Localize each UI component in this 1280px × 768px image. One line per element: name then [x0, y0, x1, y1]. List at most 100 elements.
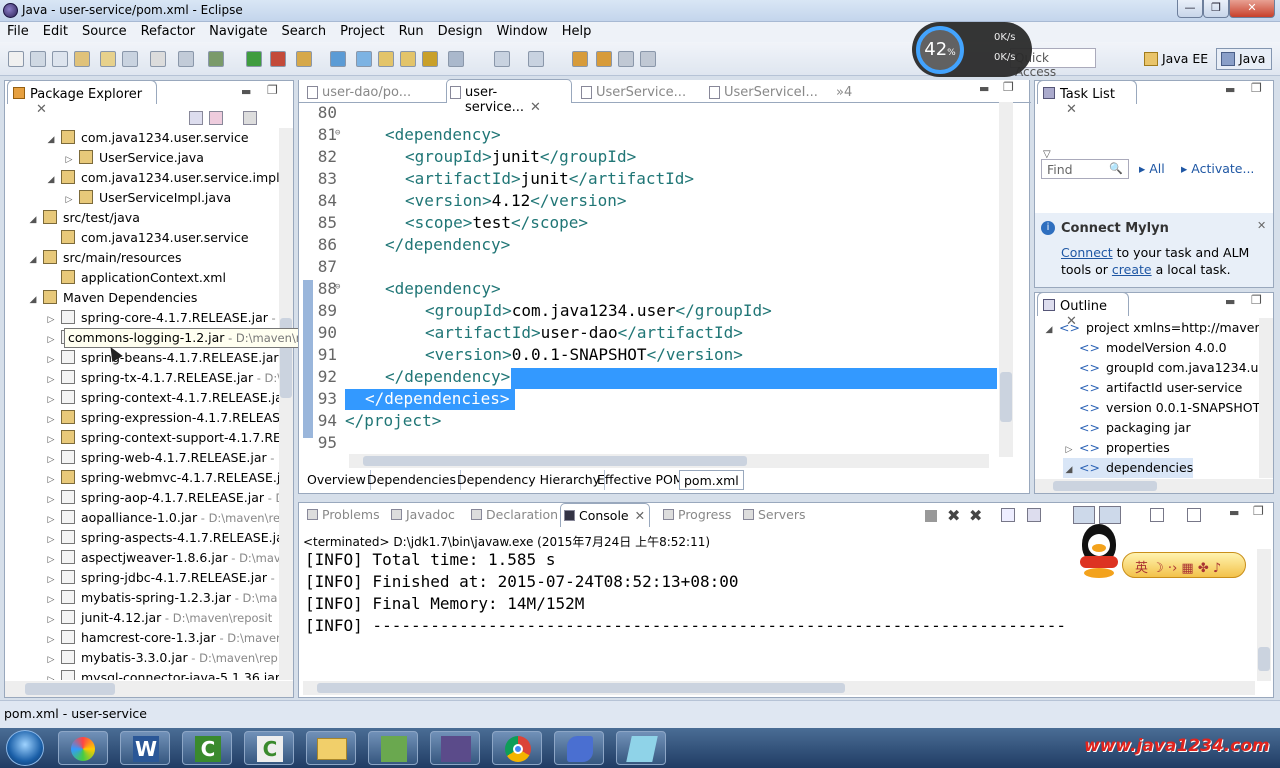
tree-item[interactable]: ▷ mysql-connector-java-5.1.36.jar: [45, 668, 279, 680]
find-input[interactable]: Find 🔍: [1041, 159, 1129, 179]
minimize-panel-icon[interactable]: ▬: [241, 85, 251, 98]
console-vscroll[interactable]: [1257, 549, 1271, 681]
menu-design[interactable]: Design: [431, 22, 490, 41]
activate-task[interactable]: ▸ Activate...: [1181, 161, 1254, 176]
taskbar-app-5[interactable]: [306, 731, 356, 765]
tree-item[interactable]: ▷ aspectjweaver-1.8.6.jar - D:\mav: [45, 548, 279, 568]
editor-tab[interactable]: »4: [836, 80, 852, 104]
editor-vscroll[interactable]: [999, 102, 1013, 457]
package-tree-hscroll[interactable]: [5, 681, 293, 697]
console-hscroll[interactable]: [303, 681, 1255, 695]
remove-launch-icon[interactable]: ✖: [947, 506, 960, 525]
tree-item[interactable]: ▷ UserServiceImpl.java: [63, 188, 231, 208]
outline-item[interactable]: ◢ <> dependencies: [1063, 458, 1194, 478]
toolbar-button-icon[interactable]: [296, 51, 312, 67]
toolbar-button-icon[interactable]: [528, 51, 544, 67]
outline-minimize-icon[interactable]: ▬: [1225, 295, 1235, 308]
taskbar-app-9[interactable]: [554, 731, 604, 765]
maximize-button[interactable]: ❐: [1203, 0, 1229, 18]
tree-item[interactable]: ◢ src/test/java: [27, 208, 140, 228]
menu-window[interactable]: Window: [489, 22, 554, 41]
tree-item[interactable]: ▷ mybatis-3.3.0.jar - D:\maven\rep: [45, 648, 278, 668]
expand-toggle-icon[interactable]: ▷: [45, 470, 57, 490]
outline-item[interactable]: ◢ <> project xmlns=http://maven.ap: [1043, 318, 1259, 338]
pom-tab-1[interactable]: Dependencies: [363, 470, 461, 490]
console-vscroll-thumb[interactable]: [1258, 647, 1270, 671]
expand-toggle-icon[interactable]: ◢: [45, 170, 57, 190]
expand-toggle-icon[interactable]: ▷: [45, 530, 57, 550]
pom-tab-4[interactable]: pom.xml: [679, 470, 744, 490]
view-menu-icon[interactable]: [243, 111, 257, 125]
editor-tab[interactable]: user-dao/po...: [304, 80, 411, 104]
toolbar-button-icon[interactable]: [122, 51, 138, 67]
create-link[interactable]: create: [1112, 262, 1152, 277]
fold-icon[interactable]: ⊖: [335, 282, 340, 292]
tree-item[interactable]: ◢ Maven Dependencies: [27, 288, 197, 308]
pom-tab-3[interactable]: Effective POM: [593, 470, 689, 490]
console-tab-servers[interactable]: Servers: [740, 507, 806, 527]
expand-toggle-icon[interactable]: ◢: [27, 250, 39, 270]
toolbar-button-icon[interactable]: [422, 51, 438, 67]
fold-icon[interactable]: ⊖: [335, 128, 340, 138]
expand-toggle-icon[interactable]: ▷: [1063, 440, 1075, 460]
tree-item[interactable]: ◢ src/main/resources: [27, 248, 181, 268]
menu-navigate[interactable]: Navigate: [202, 22, 274, 41]
expand-toggle-icon[interactable]: ▷: [63, 150, 75, 170]
editor-vscroll-thumb[interactable]: [1000, 372, 1012, 422]
open-console-icon[interactable]: [1150, 508, 1164, 522]
toolbar-button-icon[interactable]: [448, 51, 464, 67]
editor-hscroll[interactable]: [349, 454, 989, 468]
tree-item[interactable]: ▷ mybatis-spring-1.2.3.jar - D:\ma: [45, 588, 277, 608]
task-list-tab[interactable]: Task List ✕: [1037, 80, 1137, 117]
tree-item[interactable]: ◢ com.java1234.user.service: [45, 128, 249, 148]
console-hscroll-thumb[interactable]: [317, 683, 845, 693]
tree-item[interactable]: com.java1234.user.service: [45, 228, 249, 248]
expand-toggle-icon[interactable]: ◢: [27, 210, 39, 230]
outline-tab[interactable]: Outline ✕: [1037, 292, 1129, 329]
menu-edit[interactable]: Edit: [36, 22, 75, 41]
outline-item[interactable]: <> artifactId user-service: [1063, 378, 1242, 398]
tree-item[interactable]: ▷ junit-4.12.jar - D:\maven\reposit: [45, 608, 272, 628]
outline-maximize-icon[interactable]: ❐: [1251, 293, 1262, 307]
outline-item[interactable]: <> packaging jar: [1063, 418, 1191, 438]
menu-help[interactable]: Help: [555, 22, 599, 41]
package-explorer-tab[interactable]: Package Explorer ✕: [7, 80, 157, 117]
toolbar-button-icon[interactable]: [74, 51, 90, 67]
outline-item[interactable]: <> version 0.0.1-SNAPSHOT: [1063, 398, 1259, 418]
scroll-lock-icon[interactable]: [1027, 508, 1041, 522]
expand-toggle-icon[interactable]: ▷: [45, 650, 57, 670]
pom-tab-0[interactable]: Overview: [303, 470, 371, 490]
ime-toolbar[interactable]: 英 ☽ ·› ▦ ✤ ♪: [1122, 552, 1246, 578]
outline-item[interactable]: <> groupId com.java1234.use: [1063, 358, 1259, 378]
editor-hscroll-thumb[interactable]: [363, 456, 747, 466]
toolbar-button-icon[interactable]: [8, 51, 24, 67]
tree-item[interactable]: ▷ spring-context-support-4.1.7.REl: [45, 428, 279, 448]
new-console-icon[interactable]: [1187, 508, 1201, 522]
console-maximize-icon[interactable]: ❐: [1253, 504, 1264, 518]
outline-item[interactable]: ▷ <> properties: [1063, 438, 1170, 458]
taskbar-app-7[interactable]: [430, 731, 480, 765]
taskbar-app-1[interactable]: [58, 731, 108, 765]
clear-console-icon[interactable]: [1001, 508, 1015, 522]
console-tab-javadoc[interactable]: Javadoc: [388, 507, 455, 527]
toolbar-button-icon[interactable]: [270, 51, 286, 67]
close-button[interactable]: ✕: [1229, 0, 1275, 18]
expand-toggle-icon[interactable]: ▷: [45, 310, 57, 330]
close-icon[interactable]: ✕: [36, 102, 47, 117]
expand-toggle-icon[interactable]: ▷: [45, 350, 57, 370]
tree-item[interactable]: ◢ com.java1234.user.service.impl: [45, 168, 279, 188]
toolbar-button-icon[interactable]: [30, 51, 46, 67]
tree-item[interactable]: ▷ spring-aspects-4.1.7.RELEASE.jar: [45, 528, 279, 548]
editor-maximize-icon[interactable]: ❐: [1003, 80, 1014, 94]
console-tab-console[interactable]: Console ✕: [560, 503, 650, 527]
expand-toggle-icon[interactable]: ▷: [45, 450, 57, 470]
toolbar-button-icon[interactable]: [208, 51, 224, 67]
taskbar-app-2[interactable]: W: [120, 731, 170, 765]
toolbar-button-icon[interactable]: [378, 51, 394, 67]
pom-tab-2[interactable]: Dependency Hierarchy: [453, 470, 606, 490]
close-icon[interactable]: ✕: [1066, 102, 1077, 117]
console-tab-declaration[interactable]: Declaration: [468, 507, 558, 527]
expand-toggle-icon[interactable]: ▷: [45, 370, 57, 390]
connect-link[interactable]: Connect: [1061, 245, 1113, 260]
tree-item[interactable]: ▷ aopalliance-1.0.jar - D:\maven\re: [45, 508, 279, 528]
